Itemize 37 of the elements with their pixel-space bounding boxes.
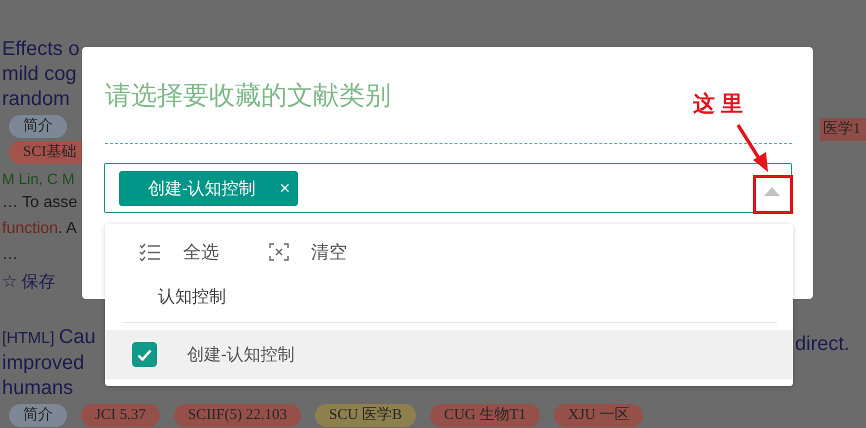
dialog-title: 请选择要收藏的文献类别 xyxy=(105,79,391,112)
group-label: 认知控制 xyxy=(157,286,226,308)
snippet-line: … To asse xyxy=(2,193,78,213)
result-title-line[interactable]: mild cog xyxy=(2,62,76,87)
dropdown-action[interactable]: 全选 xyxy=(139,240,219,264)
checklist-icon xyxy=(139,243,161,261)
result-title-line[interactable]: [HTML] Cau xyxy=(2,325,96,351)
save-link[interactable]: 保存 xyxy=(21,270,56,293)
option-row[interactable]: 创建-认知控制 xyxy=(105,330,793,379)
tag: XJU 一区 xyxy=(554,404,644,427)
author-list: M Lin, C M xyxy=(2,170,75,190)
tag: 简介 xyxy=(9,115,67,138)
result-title-line[interactable]: Effects o xyxy=(2,37,80,62)
result-title-line[interactable]: random xyxy=(2,87,70,112)
snippet-line: … xyxy=(2,245,18,265)
result-link[interactable]: direct. xyxy=(795,333,850,356)
tag: 医学1 xyxy=(820,118,866,141)
result-title-line[interactable]: humans xyxy=(2,376,74,401)
check-icon xyxy=(137,348,152,360)
option-label: 创建-认知控制 xyxy=(187,344,295,366)
tag: JCI 5.37 xyxy=(81,404,160,427)
star-icon[interactable]: ☆ xyxy=(2,272,18,292)
annotation-arrow xyxy=(736,124,768,172)
tag: SCIIF(5) 22.103 xyxy=(174,404,302,427)
annotation-label: 这里 xyxy=(693,91,749,117)
tag: 简介 xyxy=(9,404,67,427)
snippet-line: function. A xyxy=(2,219,77,239)
dropdown-action[interactable]: 清空 xyxy=(269,240,347,264)
chip-label: 创建-认知控制 xyxy=(148,178,256,200)
tag: SCU 医学B xyxy=(315,404,416,427)
remove-button[interactable]: × xyxy=(280,179,290,197)
highlight-frame xyxy=(753,175,793,214)
tag: CUG 生物T1 xyxy=(430,404,540,427)
clear-icon xyxy=(269,243,289,261)
category-select[interactable]: 创建-认知控制 × xyxy=(104,163,792,213)
checkbox[interactable] xyxy=(132,342,157,367)
result-title-line[interactable]: improved xyxy=(2,351,84,376)
